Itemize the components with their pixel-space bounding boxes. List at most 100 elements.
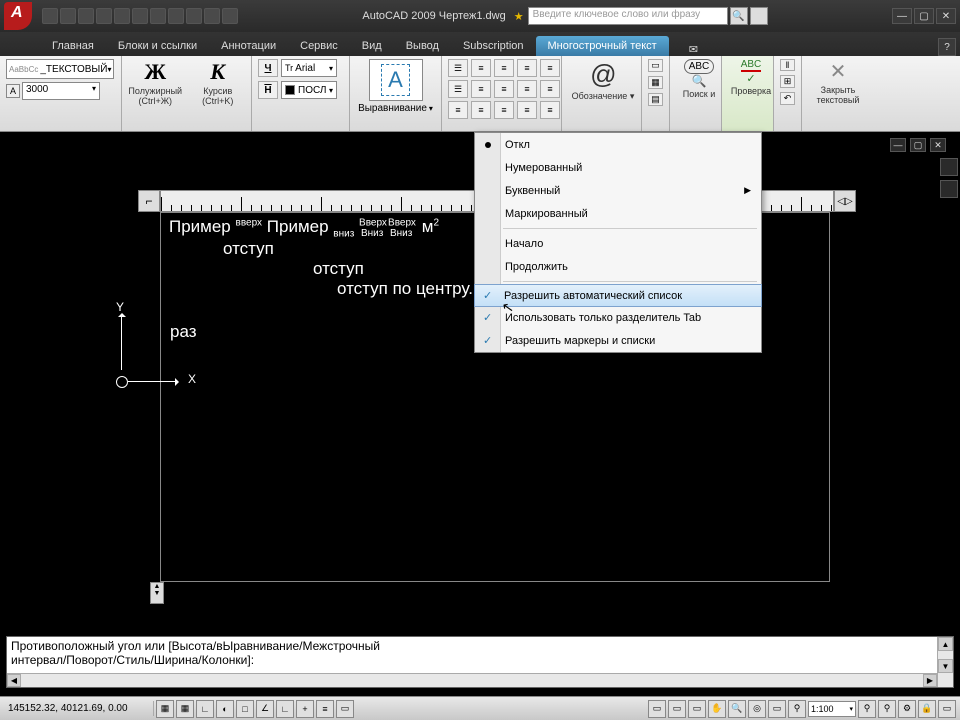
infocenter-star-icon[interactable]: ★ [514, 10, 524, 23]
qat-dropdown-icon[interactable] [222, 8, 238, 24]
menu-item-tab-delimiter[interactable]: ✓Использовать только разделитель Tab [475, 306, 761, 329]
overline-button[interactable]: Н [258, 81, 278, 99]
font-combo[interactable]: TrArial▾ [281, 59, 337, 77]
tab-blocks[interactable]: Блоки и ссылки [106, 36, 209, 56]
model-button[interactable]: ▭ [648, 700, 666, 718]
ruler-indent-marker[interactable]: ⌐ [138, 190, 160, 212]
scroll-right-button[interactable]: ▶ [923, 674, 937, 687]
qat-undo-icon[interactable] [132, 8, 148, 24]
tab-annotations[interactable]: Аннотации [209, 36, 288, 56]
qview-drawings-button[interactable]: ▭ [688, 700, 706, 718]
symbol-button[interactable]: @ Обозначение ▾ [568, 59, 638, 102]
qat-btn-9[interactable] [186, 8, 202, 24]
align-right-button[interactable]: ≡ [517, 59, 537, 77]
para-btn-14[interactable]: ≡ [517, 101, 537, 119]
para-btn-12[interactable]: ≡ [471, 101, 491, 119]
spellcheck-button[interactable]: ABC ✓ Проверка [728, 59, 774, 97]
menu-item-auto-list[interactable]: ✓Разрешить автоматический список [474, 284, 762, 307]
bold-button[interactable]: Ж Полужирный(Ctrl+Ж) [128, 59, 183, 107]
menu-item-numbered[interactable]: Нумерованный [475, 156, 761, 179]
justify-button[interactable]: A [369, 59, 423, 101]
doc-restore-button[interactable]: ▢ [910, 138, 926, 152]
scroll-down-button[interactable]: ▼ [938, 659, 953, 673]
clean-screen-button[interactable]: ▭ [938, 700, 956, 718]
para-btn-10[interactable]: ≡ [540, 80, 560, 98]
search-button[interactable]: 🔍 [730, 7, 748, 25]
workspace-switching-button[interactable]: ⚙ [898, 700, 916, 718]
menu-item-bulleted[interactable]: Маркированный [475, 202, 761, 225]
tab-service[interactable]: Сервис [288, 36, 350, 56]
options-button[interactable]: ⊞ [780, 75, 795, 88]
zoom-button[interactable]: 🔍 [728, 700, 746, 718]
tab-output[interactable]: Вывод [394, 36, 451, 56]
close-button[interactable]: ✕ [936, 8, 956, 24]
dyn-toggle[interactable]: + [296, 700, 314, 718]
command-line[interactable]: Противоположный угол или [Высота/вЫравни… [6, 636, 954, 688]
qat-redo-icon[interactable] [150, 8, 166, 24]
side-tool-2[interactable] [940, 180, 958, 198]
drawing-area[interactable]: — ▢ ✕ ⌐ ◁▷ Пример вверх Пример вниз Ввер… [0, 132, 960, 628]
scroll-up-button[interactable]: ▲ [938, 637, 953, 651]
numbering-button[interactable]: ☰ [448, 80, 468, 98]
pan-button[interactable]: ✋ [708, 700, 726, 718]
qat-plot-icon[interactable] [114, 8, 130, 24]
qat-new-icon[interactable] [42, 8, 58, 24]
para-btn-11[interactable]: ≡ [448, 101, 468, 119]
doc-close-button[interactable]: ✕ [930, 138, 946, 152]
field-button[interactable]: ▭ [648, 59, 663, 72]
grid-toggle[interactable]: ▦ [176, 700, 194, 718]
close-editor-button[interactable]: ✕ Закрыть текстовый [808, 59, 868, 106]
color-combo[interactable]: ПОСЛ▾ [281, 81, 337, 99]
annotation-scale-combo[interactable]: 1:100▾ [808, 701, 856, 717]
ducs-toggle[interactable]: ∟ [276, 700, 294, 718]
minimize-button[interactable]: — [892, 8, 912, 24]
qview-layouts-button[interactable]: ▭ [668, 700, 686, 718]
tab-home[interactable]: Главная [40, 36, 106, 56]
ruler-width-grip[interactable]: ◁▷ [834, 190, 856, 212]
annotation-scale-icon[interactable]: ⚲ [788, 700, 806, 718]
align-left-button[interactable]: ≡ [471, 59, 491, 77]
menu-item-start[interactable]: Начало [475, 232, 761, 255]
qat-btn-10[interactable] [204, 8, 220, 24]
command-hscrollbar[interactable]: ◀ ▶ [7, 673, 937, 687]
bullets-button[interactable]: ☰ [448, 59, 468, 77]
coordinates-display[interactable]: 145152.32, 40121.69, 0.00 [4, 701, 154, 716]
infocenter-dropdown-button[interactable]: ▾ [750, 7, 768, 25]
columns-button[interactable]: ▦ [648, 76, 663, 89]
para-btn-15[interactable]: ≡ [540, 101, 560, 119]
steering-wheel-button[interactable]: ◎ [748, 700, 766, 718]
qat-open-icon[interactable] [60, 8, 76, 24]
menu-item-continue[interactable]: Продолжить [475, 255, 761, 278]
menu-item-allow-bullets[interactable]: ✓Разрешить маркеры и списки [475, 329, 761, 352]
help-button[interactable]: ? [938, 38, 956, 56]
column-height-grip[interactable]: ▲▼ [150, 582, 164, 604]
side-tool-1[interactable] [940, 158, 958, 176]
infocenter-search-input[interactable]: Введите ключевое слово или фразу [528, 7, 728, 25]
text-style-combo[interactable]: AaBbCc _ТЕКСТОВЫЙ ▾ [6, 59, 114, 79]
tab-mtext[interactable]: Многострочный текст [536, 36, 669, 56]
doc-minimize-button[interactable]: — [890, 138, 906, 152]
qat-btn-8[interactable] [168, 8, 184, 24]
tab-subscription[interactable]: Subscription [451, 36, 536, 56]
para-btn-13[interactable]: ≡ [494, 101, 514, 119]
tab-view[interactable]: Вид [350, 36, 394, 56]
polar-toggle[interactable]: ◐ [216, 700, 234, 718]
command-vscrollbar[interactable]: ▲ ▼ [937, 637, 953, 687]
qat-saveas-icon[interactable] [96, 8, 112, 24]
showmotion-button[interactable]: ▭ [768, 700, 786, 718]
undo-button[interactable]: ↶ [780, 92, 795, 105]
scroll-left-button[interactable]: ◀ [7, 674, 21, 687]
align-center-button[interactable]: ≡ [494, 59, 514, 77]
symbol2-button[interactable]: ▤ [648, 93, 663, 106]
align-justify-button[interactable]: ≡ [540, 59, 560, 77]
linespacing-button[interactable]: ≡ [471, 80, 491, 98]
italic-button[interactable]: К Курсив (Ctrl+K) [191, 59, 246, 107]
ruler-toggle-button[interactable]: ‖ [780, 59, 795, 71]
annotation-visibility-button[interactable]: ⚲ [858, 700, 876, 718]
lwt-toggle[interactable]: ≡ [316, 700, 334, 718]
mail-icon[interactable]: ✉ [689, 43, 698, 56]
otrack-toggle[interactable]: ∠ [256, 700, 274, 718]
snap-toggle[interactable]: ▦ [156, 700, 174, 718]
text-height-input[interactable]: 3000 ▾ [22, 82, 100, 100]
qp-toggle[interactable]: ▭ [336, 700, 354, 718]
